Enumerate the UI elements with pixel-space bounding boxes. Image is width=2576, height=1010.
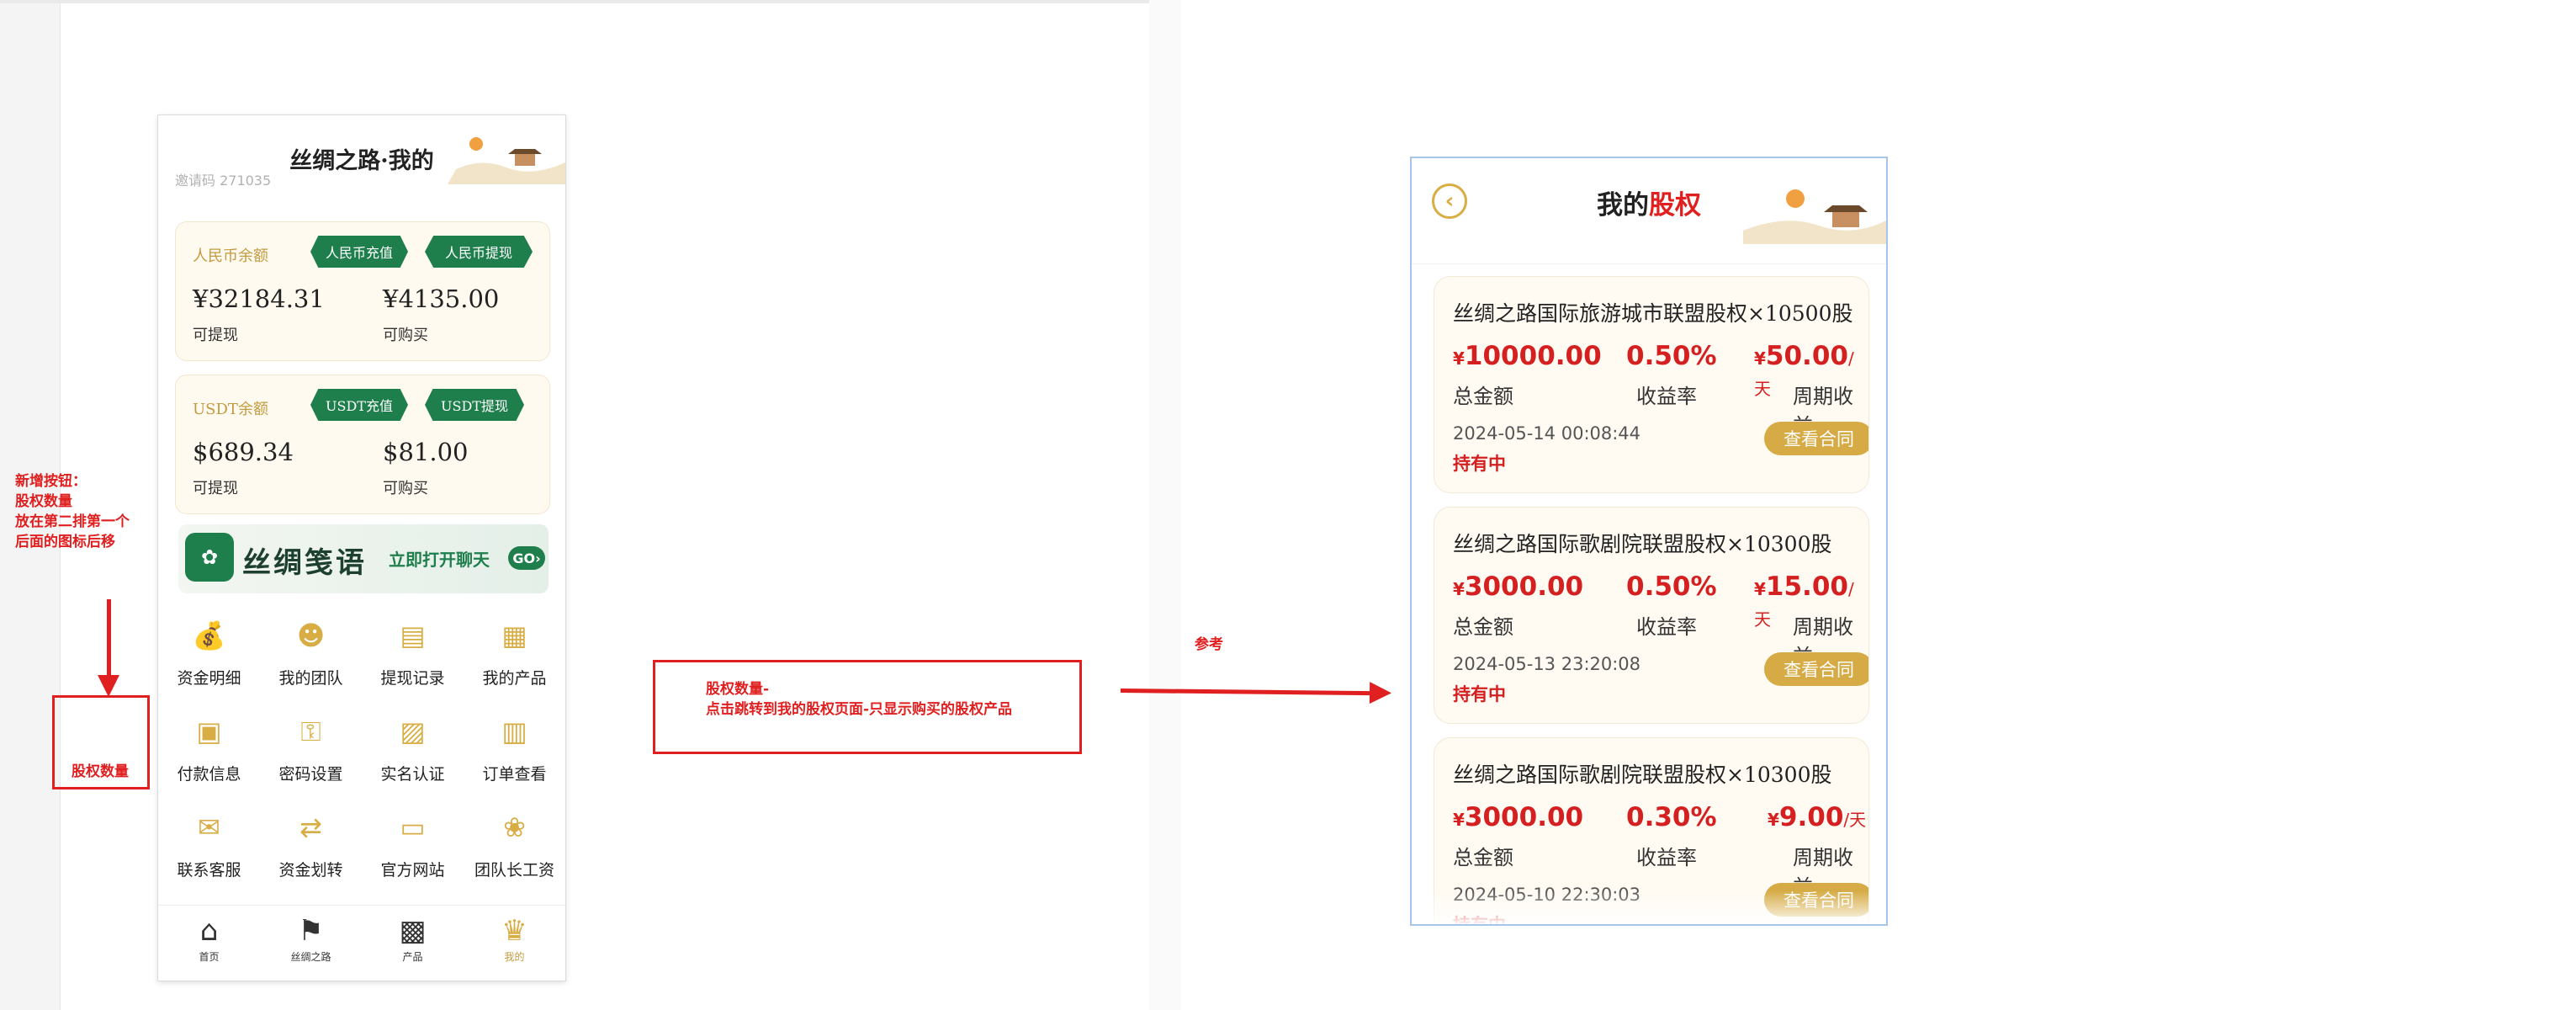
banner-cta: 立即打开聊天 (389, 550, 490, 570)
canvas-top-edge (0, 0, 1169, 3)
rmb-recharge-button[interactable]: 人民币充值 (310, 236, 408, 268)
yield-rate-value: 0.50% (1626, 571, 1717, 602)
rmb-withdrawable-label: 可提现 (193, 327, 238, 344)
total-amount-value: ¥10000.00 (1453, 341, 1602, 371)
equity-page-header: ‹ 我的股权 (1412, 158, 1886, 264)
id-card-icon: ▨ (400, 715, 426, 747)
grid-item-withdraw-record[interactable]: ▤ 提现记录 (362, 617, 464, 701)
grid-item-my-products[interactable]: ▦ 我的产品 (464, 617, 565, 701)
usdt-withdrawable-label: 可提现 (193, 480, 238, 497)
middle-note-box: 股权数量- 点击跳转到我的股权页面-只显示购买的股权产品 (653, 660, 1082, 754)
grid-item-fund-details[interactable]: 💰 资金明细 (158, 617, 260, 701)
new-button-note: 新增按钮： 股权数量 放在第二排第一个 后面的图标后移 (15, 473, 130, 550)
yield-rate-label: 收益率 (1636, 846, 1697, 869)
yield-rate-value: 0.30% (1626, 802, 1717, 832)
view-contract-button[interactable]: 查看合同 (1764, 422, 1868, 455)
rmb-purchasable-value: ¥4135.00 (383, 284, 500, 313)
total-amount-label: 总金额 (1453, 846, 1513, 869)
home-icon: ⌂ (199, 914, 219, 948)
grid-item-transfer[interactable]: ⇄ 资金划转 (260, 809, 362, 893)
usdt-withdraw-button[interactable]: USDT提现 (425, 389, 524, 421)
banner-text: 丝绸笺语 (242, 546, 367, 580)
chat-icon: ✉ (198, 811, 220, 843)
right-phone-mockup: ‹ 我的股权 丝绸之路国际旅游城市联盟股权×10500股 ¥10000.00 0… (1410, 157, 1888, 926)
tab-home[interactable]: ⌂ 首页 (158, 912, 260, 964)
tab-products[interactable]: ▩ 产品 (362, 912, 464, 964)
purchase-date: 2024-05-13 23:20:08 (1453, 654, 1641, 674)
rmb-withdraw-button[interactable]: 人民币提现 (425, 236, 533, 268)
pavilion-decoration-icon (448, 137, 565, 184)
rmb-purchasable-label: 可购买 (383, 327, 428, 344)
view-contract-button[interactable]: 查看合同 (1764, 652, 1868, 686)
withdraw-record-icon: ▤ (400, 619, 426, 651)
equity-card: 丝绸之路国际旅游城市联盟股权×10500股 ¥10000.00 0.50% ¥5… (1434, 276, 1869, 493)
banner-go-button[interactable]: GO› (508, 546, 545, 570)
equity-card-title: 丝绸之路国际旅游城市联盟股权×10500股 (1453, 301, 1853, 326)
signpost-icon: ⚑ (298, 914, 324, 948)
chat-banner[interactable]: ✿ 丝绸笺语 立即打开聊天 GO› (178, 524, 549, 593)
order-icon: ▥ (501, 715, 527, 747)
team-icon: ☻ (296, 619, 326, 651)
purchase-date: 2024-05-14 00:08:44 (1453, 423, 1641, 444)
usdt-purchasable-value: $81.00 (383, 438, 469, 466)
period-income-value: ¥9.00/天 (1768, 802, 1867, 832)
equity-card: 丝绸之路国际歌剧院联盟股权×10300股 ¥3000.00 0.50% ¥15.… (1434, 507, 1869, 724)
canvas-divider-strip (1149, 0, 1181, 1010)
yield-rate-label: 收益率 (1636, 385, 1697, 408)
website-icon: ▭ (400, 811, 426, 843)
left-phone-mockup: 丝绸之路·我的 邀请码 271035 人民币余额 人民币充值 人民币提现 ¥32… (157, 114, 566, 981)
down-arrow (98, 599, 119, 697)
middle-note-line-1: 股权数量- (706, 681, 770, 698)
rmb-withdrawable-value: ¥32184.31 (193, 284, 325, 313)
rmb-balance-title: 人民币余额 (193, 247, 268, 265)
transfer-icon: ⇄ (299, 811, 322, 843)
money-bag-icon: 💰 (192, 619, 226, 651)
total-amount-value: ¥3000.00 (1453, 571, 1584, 602)
rmb-balance-card: 人民币余额 人民币充值 人民币提现 ¥32184.31 ¥4135.00 可提现… (175, 221, 550, 361)
equity-card-title: 丝绸之路国际歌剧院联盟股权×10300股 (1453, 763, 1832, 787)
equity-card-title: 丝绸之路国际歌剧院联盟股权×10300股 (1453, 532, 1832, 556)
grid-item-customer-service[interactable]: ✉ 联系客服 (158, 809, 260, 893)
page-header: 丝绸之路·我的 邀请码 271035 (158, 115, 565, 189)
usdt-balance-card: USDT余额 USDT充值 USDT提现 $689.34 $81.00 可提现 … (175, 375, 550, 514)
grid-item-team-salary[interactable]: ❀ 团队长工资 (464, 809, 565, 893)
grid-item-orders[interactable]: ▥ 订单查看 (464, 713, 565, 797)
yield-rate-label: 收益率 (1636, 615, 1697, 639)
total-amount-value: ¥3000.00 (1453, 802, 1584, 832)
bottom-tabbar: ⌂ 首页 ⚑ 丝绸之路 ▩ 产品 ♛ 我的 (158, 905, 565, 981)
grid-item-real-name[interactable]: ▨ 实名认证 (362, 713, 464, 797)
password-icon: ⚿ (300, 715, 321, 747)
usdt-recharge-button[interactable]: USDT充值 (310, 389, 408, 421)
payment-info-icon: ▣ (196, 715, 222, 747)
middle-note-line-2: 点击跳转到我的股权页面-只显示购买的股权产品 (706, 701, 1013, 718)
grid-item-password[interactable]: ⚿ 密码设置 (260, 713, 362, 797)
scroll-fade (1412, 890, 1886, 924)
total-amount-label: 总金额 (1453, 385, 1513, 408)
grid-item-website[interactable]: ▭ 官方网站 (362, 809, 464, 893)
profile-icon: ♛ (501, 914, 527, 948)
status-badge: 持有中 (1453, 684, 1506, 704)
yield-rate-value: 0.50% (1626, 341, 1717, 371)
equity-count-placeholder: 股权数量 (52, 695, 150, 789)
usdt-withdrawable-value: $689.34 (193, 438, 294, 466)
product-grid-icon: ▦ (501, 619, 527, 651)
status-badge: 持有中 (1453, 454, 1506, 474)
tab-silk-road[interactable]: ⚑ 丝绸之路 (260, 912, 362, 964)
grid-item-payment-info[interactable]: ▣ 付款信息 (158, 713, 260, 797)
pavilion-decoration-icon (1743, 189, 1886, 244)
usdt-purchasable-label: 可购买 (383, 480, 428, 497)
box-icon: ▩ (399, 914, 427, 948)
total-amount-label: 总金额 (1453, 615, 1513, 639)
usdt-balance-title: USDT余额 (193, 401, 268, 418)
salary-icon: ❀ (503, 811, 526, 843)
tab-mine[interactable]: ♛ 我的 (464, 912, 565, 964)
reference-label: 参考 (1195, 636, 1223, 653)
invite-code: 邀请码 271035 (175, 173, 272, 189)
grid-item-my-team[interactable]: ☻ 我的团队 (260, 617, 362, 701)
silk-logo-icon: ✿ (185, 533, 234, 582)
